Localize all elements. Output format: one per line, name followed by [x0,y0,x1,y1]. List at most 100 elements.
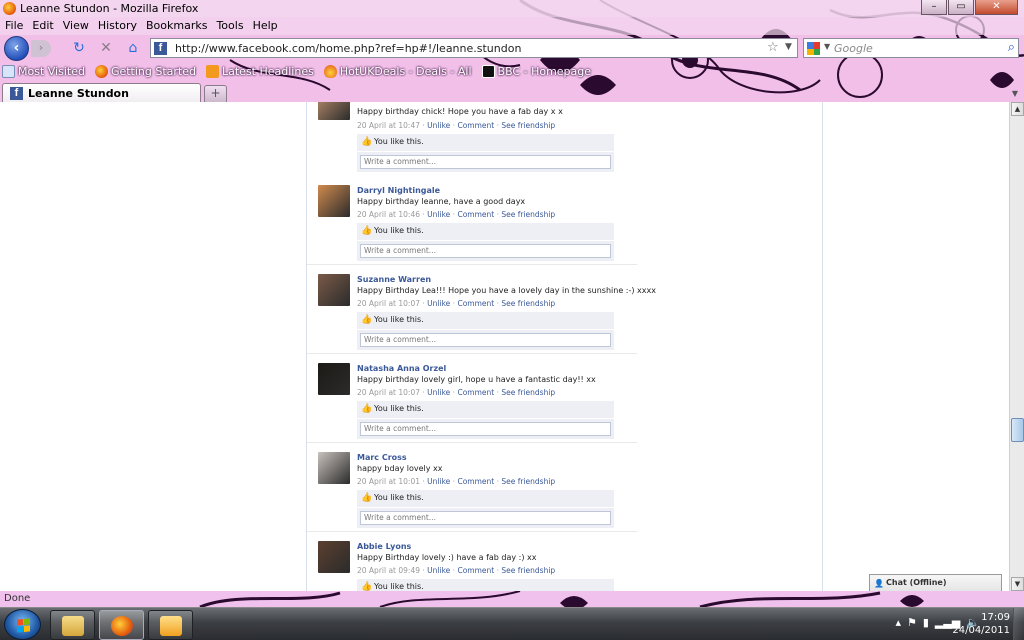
scroll-up-button[interactable]: ▲ [1011,102,1024,116]
avatar[interactable] [318,102,350,120]
home-icon[interactable]: ⌂ [124,40,142,57]
you-like-text: You like this. [374,137,424,146]
comment-link[interactable]: Comment [457,477,494,486]
post-author[interactable]: Darryl Nightingale [357,186,440,195]
new-tab-button[interactable]: + [204,85,227,102]
scroll-thumb[interactable] [1011,418,1024,442]
unlike-link[interactable]: Unlike [427,121,450,130]
google-icon[interactable] [807,42,820,55]
see-friendship-link[interactable]: See friendship [501,477,555,486]
firefox-icon [111,616,133,636]
comment-link[interactable]: Comment [457,566,494,575]
search-input[interactable]: Google [834,42,873,55]
forward-button[interactable]: › [31,40,51,57]
vertical-scrollbar[interactable]: ▲ ▼ [1009,102,1024,591]
see-friendship-link[interactable]: See friendship [501,210,555,219]
comment-input[interactable]: Write a comment... [360,333,611,347]
unlike-link[interactable]: Unlike [427,299,450,308]
clock-date: 24/04/2011 [952,625,1010,636]
menu-tools[interactable]: Tools [213,17,249,35]
menu-view[interactable]: View [60,17,95,35]
comment-link[interactable]: Comment [457,121,494,130]
avatar[interactable] [318,185,350,217]
avatar[interactable] [318,452,350,484]
post-meta: 20 April at 10:47 · Unlike · Comment · S… [357,121,556,130]
unlike-link[interactable]: Unlike [427,388,450,397]
url-text[interactable]: http://www.facebook.com/home.php?ref=hp#… [175,42,521,55]
see-friendship-link[interactable]: See friendship [501,299,555,308]
battery-icon[interactable]: ▮ [923,616,929,629]
post-time: 20 April at 10:07 [357,299,420,308]
comment-link[interactable]: Comment [457,210,494,219]
avatar[interactable] [318,274,350,306]
wall-post: Marc Cross happy bday lovely xx 20 April… [307,443,637,532]
tray-expand-icon[interactable]: ▴ [895,616,901,629]
avatar[interactable] [318,363,350,395]
maximize-button[interactable]: ▭ [948,0,974,15]
scroll-down-button[interactable]: ▼ [1011,577,1024,591]
search-bar[interactable]: ▼ Google ⌕ [803,38,1019,58]
tab-list-icon[interactable]: ▼ [1008,86,1022,101]
see-friendship-link[interactable]: See friendship [501,388,555,397]
unlike-link[interactable]: Unlike [427,566,450,575]
post-meta: 20 April at 09:49 · Unlike · Comment · S… [357,566,556,575]
comment-input[interactable]: Write a comment... [360,422,611,436]
bookmark-getting-started[interactable]: Getting Started [94,64,196,78]
start-button[interactable] [4,609,41,640]
action-center-flag-icon[interactable]: ⚑ [907,616,917,629]
reload-icon[interactable]: ↻ [70,40,88,57]
minimize-button[interactable]: – [921,0,947,15]
see-friendship-link[interactable]: See friendship [501,566,555,575]
comment-link[interactable]: Comment [457,388,494,397]
menu-edit[interactable]: Edit [29,17,59,35]
menu-bookmarks[interactable]: Bookmarks [143,17,213,35]
show-desktop-button[interactable] [1013,608,1024,640]
bbc-icon [481,64,495,78]
like-summary: 👍 You like this. [357,223,614,240]
taskbar-firefox-button[interactable] [99,610,144,640]
bookmark-hotukdeals[interactable]: HotUKDeals - Deals - All [323,64,472,78]
menu-file[interactable]: File [2,17,29,35]
tab-leanne-stundon[interactable]: f Leanne Stundon [2,83,201,102]
taskbar-clock[interactable]: 17:09 24/04/2011 [940,611,1010,637]
post-time: 20 April at 10:07 [357,388,420,397]
navigation-toolbar: ‹ › ↻ ✕ ⌂ f http://www.facebook.com/home… [0,35,1024,61]
menu-help[interactable]: Help [250,17,284,35]
search-go-icon[interactable]: ⌕ [1008,40,1015,55]
post-author[interactable]: Abbie Lyons [357,542,411,551]
bookmark-star-icon[interactable]: ☆ [767,40,779,55]
you-like-text: You like this. [374,404,424,413]
taskbar-explorer-button[interactable] [50,610,95,640]
thumbs-up-icon: 👍 [361,226,373,236]
taskbar-outlook-button[interactable] [148,610,193,640]
comment-input[interactable]: Write a comment... [360,244,611,258]
post-author[interactable]: Marc Cross [357,453,407,462]
bookmark-latest-headlines[interactable]: Latest Headlines [206,64,314,78]
comment-input[interactable]: Write a comment... [360,155,611,169]
comment-input[interactable]: Write a comment... [360,511,611,525]
back-button[interactable]: ‹ [4,36,29,61]
outlook-icon [160,616,182,636]
post-author[interactable]: Suzanne Warren [357,275,431,284]
bookmark-most-visited[interactable]: Most Visited [2,64,85,78]
comment-area: Write a comment... [357,241,614,261]
menu-history[interactable]: History [95,17,143,35]
url-dropdown-icon[interactable]: ▼ [785,42,792,52]
like-summary: 👍 You like this. [357,312,614,329]
thumbs-up-icon: 👍 [361,315,373,325]
comment-area: Write a comment... [357,419,614,439]
post-author[interactable]: Natasha Anna Orzel [357,364,446,373]
address-bar[interactable]: f http://www.facebook.com/home.php?ref=h… [150,38,798,58]
unlike-link[interactable]: Unlike [427,477,450,486]
bookmarks-toolbar: Most Visited Getting Started Latest Head… [0,62,591,80]
thumbs-up-icon: 👍 [361,404,373,414]
avatar[interactable] [318,541,350,573]
chat-bar[interactable]: 👤 Chat (Offline) [869,574,1002,591]
unlike-link[interactable]: Unlike [427,210,450,219]
search-engine-dropdown-icon[interactable]: ▼ [824,42,830,51]
close-button[interactable]: ✕ [975,0,1018,15]
bookmark-bbc[interactable]: BBC - Homepage [481,64,591,78]
stop-icon[interactable]: ✕ [97,40,115,57]
see-friendship-link[interactable]: See friendship [501,121,555,130]
comment-link[interactable]: Comment [457,299,494,308]
